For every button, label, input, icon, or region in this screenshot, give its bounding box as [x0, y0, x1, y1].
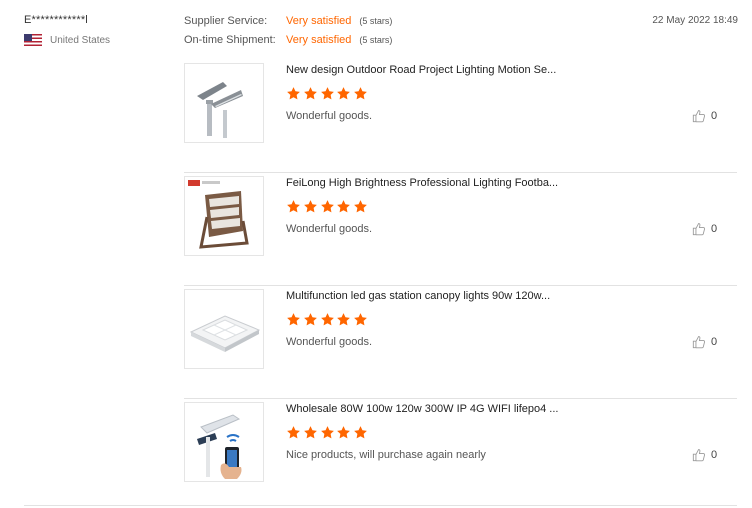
star-icon — [287, 87, 300, 100]
reviewer-country: United States — [24, 34, 174, 46]
product-review-item: New design Outdoor Road Project Lighting… — [184, 60, 737, 173]
product-title-link[interactable]: Multifunction led gas station canopy lig… — [286, 290, 550, 302]
rating-row-on-time-shipment: On-time Shipment: Very satisfied (5 star… — [184, 34, 392, 53]
review-comment: Wonderful goods. — [286, 110, 373, 122]
product-rating-stars — [286, 199, 370, 214]
rating-value: Very satisfied — [286, 34, 352, 46]
star-icon — [287, 426, 300, 439]
canopy-light-image — [189, 315, 261, 352]
product-title-link[interactable]: Wholesale 80W 100w 120w 300W IP 4G WIFI … — [286, 403, 558, 415]
star-icon — [337, 200, 351, 213]
product-review-item: Wholesale 80W 100w 120w 300W IP 4G WIFI … — [184, 399, 737, 508]
like-count: 0 — [711, 223, 718, 235]
like-button[interactable]: 0 — [692, 448, 717, 462]
product-rating-stars — [286, 86, 370, 101]
rating-label: Supplier Service: — [184, 15, 268, 27]
supplier-ratings: Supplier Service: Very satisfied (5 star… — [184, 15, 392, 53]
rating-stars-text: (5 stars) — [359, 35, 393, 45]
product-thumbnail[interactable] — [184, 402, 264, 482]
star-icon — [337, 313, 351, 326]
star-icon — [337, 426, 351, 439]
street-light-image — [197, 82, 243, 138]
review-comment: Wonderful goods. — [286, 336, 373, 348]
star-icon — [354, 313, 368, 326]
like-count: 0 — [711, 110, 718, 122]
star-icon — [320, 313, 334, 326]
product-rating-stars — [286, 425, 370, 440]
rating-value: Very satisfied — [286, 15, 352, 27]
star-icon — [320, 200, 334, 213]
section-divider — [24, 505, 737, 506]
flood-light-image — [188, 180, 249, 249]
thumbs-up-icon — [692, 223, 706, 236]
star-icon — [287, 200, 300, 213]
like-button[interactable]: 0 — [692, 109, 717, 123]
star-icon — [354, 200, 368, 213]
product-title-link[interactable]: FeiLong High Brightness Professional Lig… — [286, 177, 558, 189]
reviewer-name: E************l — [24, 14, 88, 26]
like-button[interactable]: 0 — [692, 222, 717, 236]
review-timestamp: 22 May 2022 18:49 — [652, 15, 738, 26]
product-thumbnail[interactable] — [184, 176, 264, 256]
star-icon — [303, 200, 317, 213]
like-button[interactable]: 0 — [692, 335, 717, 349]
star-icon — [303, 313, 317, 326]
like-count: 0 — [711, 449, 718, 461]
us-flag-icon — [24, 34, 42, 46]
rating-row-supplier-service: Supplier Service: Very satisfied (5 star… — [184, 15, 392, 34]
star-icon — [303, 87, 317, 100]
product-title-link[interactable]: New design Outdoor Road Project Lighting… — [286, 64, 556, 76]
review-comment: Wonderful goods. — [286, 223, 373, 235]
star-icon — [354, 426, 368, 439]
star-icon — [354, 87, 368, 100]
star-icon — [320, 426, 334, 439]
star-icon — [320, 87, 334, 100]
star-icon — [303, 426, 317, 439]
rating-stars-text: (5 stars) — [359, 16, 393, 26]
like-count: 0 — [711, 336, 718, 348]
product-rating-stars — [286, 312, 370, 327]
product-thumbnail[interactable] — [184, 63, 264, 143]
product-thumbnail[interactable] — [184, 289, 264, 369]
product-review-item: FeiLong High Brightness Professional Lig… — [184, 173, 737, 286]
product-list: New design Outdoor Road Project Lighting… — [184, 60, 737, 508]
thumbs-up-icon — [692, 336, 706, 349]
product-review-item: Multifunction led gas station canopy lig… — [184, 286, 737, 399]
country-name: United States — [50, 34, 111, 46]
thumbs-up-icon — [692, 110, 706, 123]
solar-street-light-image — [197, 414, 242, 479]
star-icon — [337, 87, 351, 100]
review-comment: Nice products, will purchase again nearl… — [286, 449, 486, 461]
rating-label: On-time Shipment: — [184, 34, 276, 46]
reviewer-info: E************l United States — [24, 14, 174, 46]
star-icon — [287, 313, 300, 326]
thumbs-up-icon — [692, 449, 706, 462]
